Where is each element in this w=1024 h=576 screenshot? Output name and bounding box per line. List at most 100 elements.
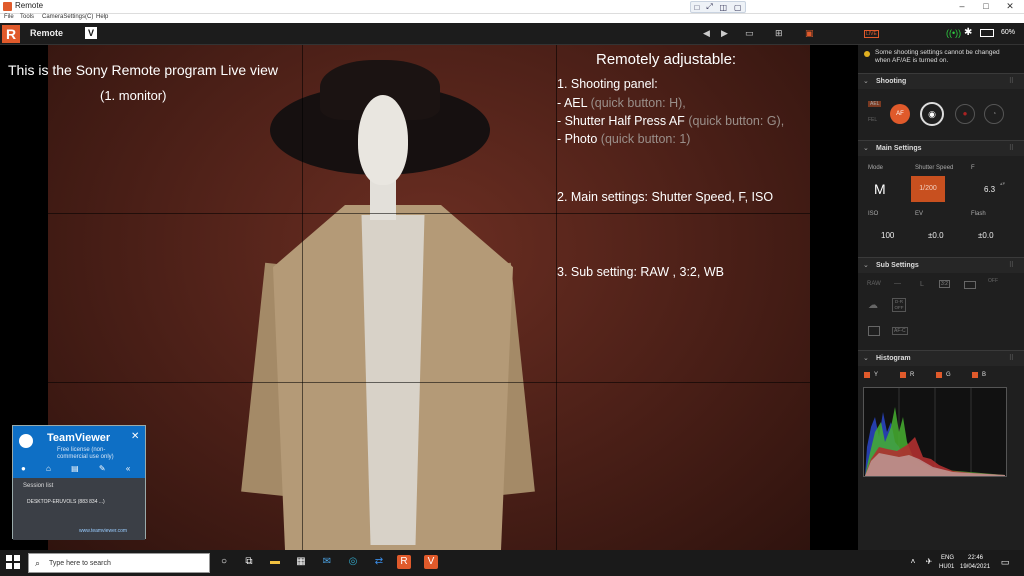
dro-setting[interactable]: D-R OFF xyxy=(892,298,906,312)
network-icon[interactable]: ✈ xyxy=(922,555,936,569)
drag-handle-icon[interactable]: ⠿ xyxy=(1009,354,1014,362)
shutter-speed-label: Shutter Speed xyxy=(915,165,954,171)
main-settings-header[interactable]: ⌄ Main Settings ⠿ xyxy=(858,140,1024,156)
warning-bar: Some shooting settings cannot be changed… xyxy=(858,45,1024,73)
windows-start-icon[interactable] xyxy=(6,555,20,569)
ael-line: - AEL (quick button: H), xyxy=(557,96,686,110)
fel-button[interactable]: FEL xyxy=(868,117,877,123)
f-label: F xyxy=(971,165,975,171)
frame-icon[interactable]: ▣ xyxy=(805,28,814,39)
checkbox-r[interactable] xyxy=(900,372,906,378)
remote-taskbar-icon[interactable]: R xyxy=(397,555,411,569)
checkbox-g[interactable] xyxy=(936,372,942,378)
interval-icon[interactable]: ◔ xyxy=(984,104,1004,124)
grid-icon[interactable]: ⊞ xyxy=(775,28,783,39)
mail-icon[interactable]: ✉ xyxy=(320,555,334,569)
photo-hint: (quick button: 1) xyxy=(600,132,691,146)
tv-bar-icon-3[interactable]: ◫ xyxy=(720,3,728,12)
session-item[interactable]: DESKTOP-ERUVOLS (883 834 ...) xyxy=(27,499,105,505)
close-button[interactable]: ✕ xyxy=(998,0,1022,13)
sub-settings-header[interactable]: ⌄ Sub Settings ⠿ xyxy=(858,257,1024,273)
checkbox-b[interactable] xyxy=(972,372,978,378)
chevron-down-icon: ⌄ xyxy=(863,355,869,362)
channel-r-label: R xyxy=(910,372,915,378)
record-icon[interactable]: ● xyxy=(955,104,975,124)
histogram-label: Histogram xyxy=(876,355,911,362)
shutter-prefix: - Shutter Half Press AF xyxy=(557,114,685,128)
iso-value[interactable]: 100 xyxy=(881,231,894,240)
keyboard-layout[interactable]: HU01 xyxy=(939,564,954,570)
remote-logo: R xyxy=(2,25,20,43)
focus-mode-setting[interactable]: AF-C xyxy=(892,327,908,335)
menu-file[interactable]: File xyxy=(4,14,14,20)
main-settings-note: 2. Main settings: Shutter Speed, F, ISO xyxy=(557,190,774,204)
drag-handle-icon[interactable]: ⠿ xyxy=(1009,77,1014,85)
teamviewer-url[interactable]: www.teamviewer.com xyxy=(79,528,127,534)
ev-label: EV xyxy=(915,211,924,217)
teamviewer-taskbar-icon[interactable]: ⇄ xyxy=(372,555,386,569)
photo-line: - Photo (quick button: 1) xyxy=(557,132,690,146)
shutter-speed-value[interactable]: 1/200 xyxy=(911,176,945,202)
af-button[interactable]: AF xyxy=(890,104,910,124)
shutter-line: - Shutter Half Press AF (quick button: G… xyxy=(557,114,784,128)
teamviewer-control-bar[interactable]: □ ⤢ ◫ ▢ xyxy=(690,1,746,13)
store-icon[interactable]: ▦ xyxy=(294,555,308,569)
shutter-hint: (quick button: G), xyxy=(688,114,785,128)
metering-icon[interactable] xyxy=(868,326,880,336)
taskbar-search[interactable]: ⌕ Type here to search xyxy=(28,553,210,573)
chevron-down-icon: ⌄ xyxy=(863,78,869,85)
ev-value[interactable]: ±0.0 xyxy=(928,231,944,240)
language-indicator[interactable]: ENG xyxy=(941,555,954,561)
cortana-icon[interactable]: ○ xyxy=(217,555,231,569)
v-button[interactable]: V xyxy=(85,27,97,39)
f-stepper-icon[interactable]: ▴▾ xyxy=(1000,181,1005,187)
minimize-button[interactable]: – xyxy=(950,0,974,13)
clock-time[interactable]: 22:46 xyxy=(968,555,983,561)
search-placeholder: Type here to search xyxy=(49,560,111,567)
ael-button[interactable]: AEL xyxy=(868,101,882,107)
drag-handle-icon[interactable]: ⠿ xyxy=(1009,144,1014,152)
wb-off-setting[interactable]: OFF xyxy=(988,278,998,284)
histogram-header[interactable]: ⌄ Histogram ⠿ xyxy=(858,350,1024,366)
quality-setting[interactable]: — xyxy=(894,280,901,287)
clock-date[interactable]: 19/04/2021 xyxy=(960,564,990,570)
tray-chevron-icon[interactable]: ˄ xyxy=(906,555,920,569)
rotate-right-icon[interactable]: ▶ xyxy=(721,28,728,39)
menu-help[interactable]: Help xyxy=(96,14,108,20)
control-panel: Some shooting settings cannot be changed… xyxy=(858,45,1024,550)
size-setting[interactable]: L xyxy=(920,281,924,288)
shooting-section-header[interactable]: ⌄ Shooting ⠿ xyxy=(858,73,1024,89)
viewer-taskbar-icon[interactable]: V xyxy=(424,555,438,569)
menu-bar: File Tools CameraSettings(C) Help xyxy=(0,14,1024,23)
bluetooth-icon: ✱ xyxy=(964,27,973,38)
menu-tools[interactable]: Tools xyxy=(20,14,34,20)
task-view-icon[interactable]: ⧉ xyxy=(242,555,256,569)
raw-setting[interactable]: RAW xyxy=(867,281,881,287)
teamviewer-action-icons[interactable]: ● ⌂ ▤ ✎ « xyxy=(21,464,139,473)
drag-handle-icon[interactable]: ⠿ xyxy=(1009,261,1014,269)
teamviewer-close-icon[interactable]: ✕ xyxy=(131,431,139,442)
edge-icon[interactable]: ◎ xyxy=(346,555,360,569)
aspect-ratio-setting[interactable]: 3:2 xyxy=(939,280,950,288)
tv-bar-icon-4[interactable]: ▢ xyxy=(734,3,742,12)
notification-icon[interactable]: ▭ xyxy=(998,555,1012,569)
menu-camera-settings[interactable]: CameraSettings(C) xyxy=(42,14,93,20)
tv-bar-icon-1[interactable]: □ xyxy=(694,3,699,12)
grid-line xyxy=(48,382,810,383)
flash-label: Flash xyxy=(971,211,986,217)
shooting-panel-heading: 1. Shooting panel: xyxy=(557,77,658,91)
search-icon: ⌕ xyxy=(35,558,41,568)
tv-bar-icon-2[interactable]: ⤢ xyxy=(706,2,712,12)
f-value[interactable]: 6.3 xyxy=(984,185,995,194)
frame-setting-icon[interactable] xyxy=(964,281,976,289)
rotate-left-icon[interactable]: ◀ xyxy=(703,28,710,39)
flash-value[interactable]: ±0.0 xyxy=(978,231,994,240)
shutter-camera-icon[interactable]: ◉ xyxy=(920,102,944,126)
checkbox-y[interactable] xyxy=(864,372,870,378)
grid-line xyxy=(48,213,810,214)
mode-value[interactable]: M xyxy=(874,181,886,197)
display-icon[interactable]: ▭ xyxy=(745,28,754,39)
file-explorer-icon[interactable]: ▬ xyxy=(268,555,282,569)
cloud-wb-icon[interactable]: ☁ xyxy=(868,300,878,311)
maximize-button[interactable]: □ xyxy=(974,0,998,13)
